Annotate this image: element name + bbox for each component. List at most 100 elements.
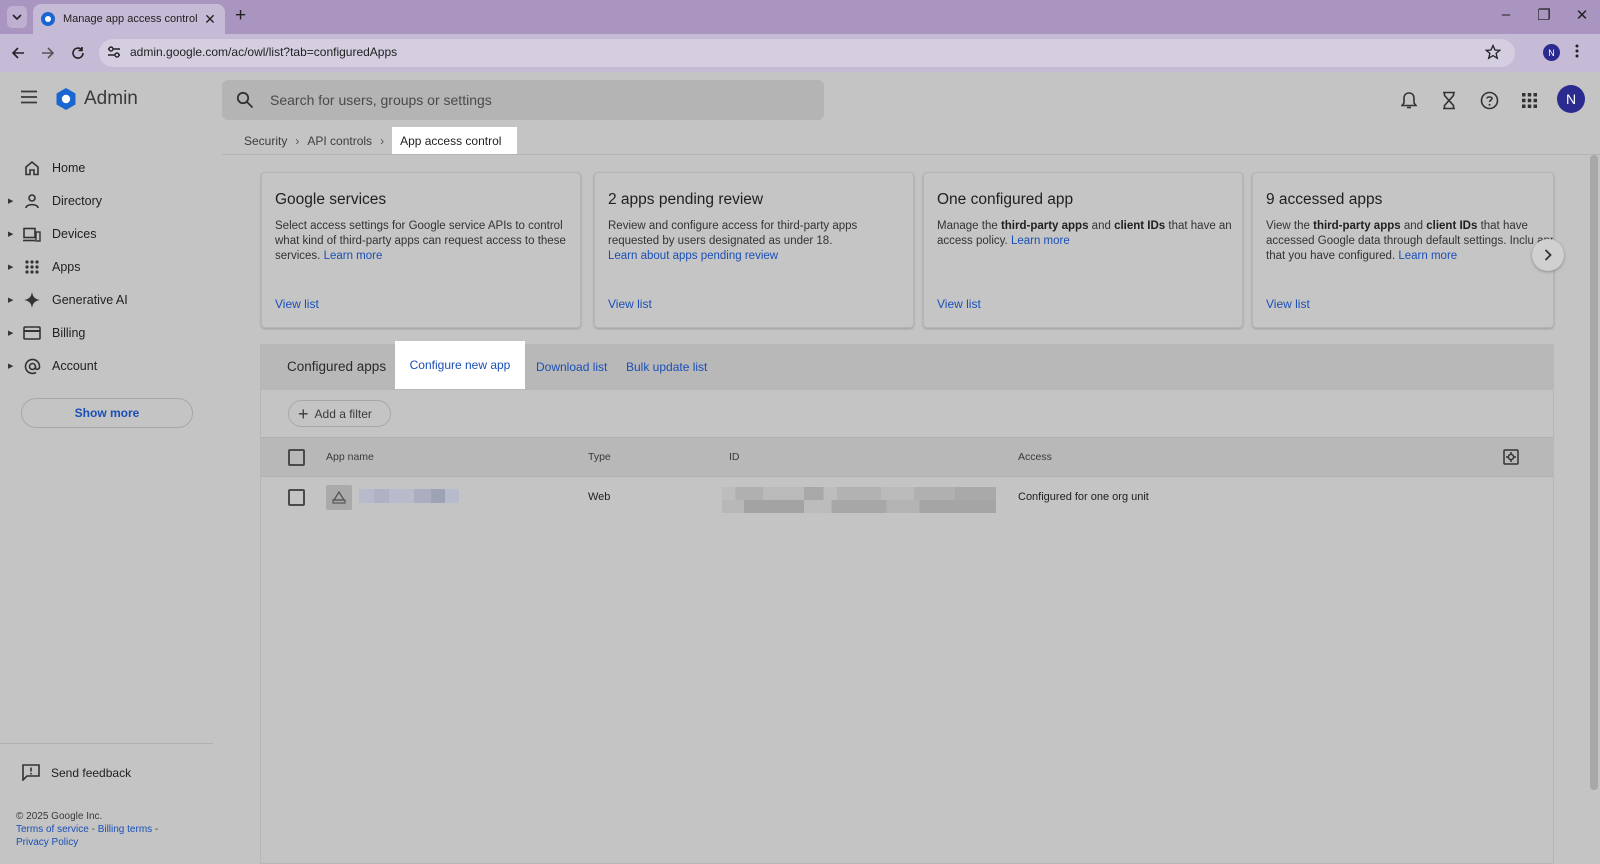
browser-tab[interactable]: Manage app access control – A ✕ xyxy=(33,4,225,34)
redacted-app-id xyxy=(722,487,996,513)
user-avatar[interactable]: N xyxy=(1557,85,1585,113)
at-sign-icon xyxy=(22,358,42,375)
site-settings-icon[interactable] xyxy=(107,45,121,59)
column-id[interactable]: ID xyxy=(729,451,740,463)
expand-caret-icon[interactable]: ▶ xyxy=(8,329,14,337)
view-list-link[interactable]: View list xyxy=(608,297,652,311)
sidebar-item-account[interactable]: ▶ Account xyxy=(0,351,210,381)
card-description: View the third-party apps and client IDs… xyxy=(1266,220,1554,262)
expand-caret-icon[interactable]: ▶ xyxy=(8,296,14,304)
learn-more-link[interactable]: Learn more xyxy=(1011,235,1070,247)
cards-next-button[interactable] xyxy=(1532,239,1564,271)
page-scrollbar[interactable] xyxy=(1590,155,1598,790)
bulk-update-list-button[interactable]: Bulk update list xyxy=(626,360,707,374)
send-feedback-button[interactable]: Send feedback xyxy=(22,764,131,781)
breadcrumb: Security › API controls › App access con… xyxy=(244,127,518,155)
sidebar-item-devices[interactable]: ▶ Devices xyxy=(0,219,210,249)
column-app-name[interactable]: App name xyxy=(326,451,374,463)
show-more-button[interactable]: Show more xyxy=(21,398,193,428)
redacted-app-name[interactable] xyxy=(359,489,459,503)
bookmark-star-icon[interactable] xyxy=(1485,44,1501,60)
sidebar-item-generative-ai[interactable]: ▶ Generative AI xyxy=(0,285,210,315)
footer: © 2025 Google Inc. Terms of service - Bi… xyxy=(16,811,159,848)
column-access[interactable]: Access xyxy=(1018,451,1052,463)
send-feedback-label: Send feedback xyxy=(51,765,132,780)
close-window-icon[interactable]: ✕ xyxy=(1572,6,1592,24)
tab-close-icon[interactable]: ✕ xyxy=(203,11,217,28)
expand-caret-icon[interactable]: ▶ xyxy=(8,362,14,370)
sidebar-item-label: Billing xyxy=(52,326,86,340)
home-icon xyxy=(22,160,42,176)
panel-title: Configured apps xyxy=(287,359,387,374)
column-type[interactable]: Type xyxy=(588,451,611,463)
sidebar-item-apps[interactable]: ▶ Apps xyxy=(0,252,210,282)
tasks-hourglass-icon[interactable] xyxy=(1438,89,1460,111)
select-all-checkbox[interactable] xyxy=(288,449,305,466)
breadcrumb-chevron-icon: › xyxy=(380,134,385,148)
table-row[interactable]: Web Configured for one org unit xyxy=(261,477,1553,519)
google-apps-grid-icon[interactable] xyxy=(1518,89,1540,111)
expand-caret-icon[interactable]: ▶ xyxy=(8,197,14,205)
sidebar-item-directory[interactable]: ▶ Directory xyxy=(0,186,210,216)
expand-caret-icon[interactable]: ▶ xyxy=(8,230,14,238)
search-input[interactable] xyxy=(268,80,788,120)
notifications-bell-icon[interactable] xyxy=(1398,89,1420,111)
privacy-link[interactable]: Privacy Policy xyxy=(16,837,78,848)
copyright-text: © 2025 Google Inc. xyxy=(16,811,103,822)
breadcrumb-api-controls[interactable]: API controls xyxy=(307,134,372,148)
table-header: App name Type ID Access xyxy=(261,437,1553,477)
view-list-link[interactable]: View list xyxy=(1266,297,1310,311)
learn-more-link[interactable]: Learn more xyxy=(324,250,383,262)
minimize-icon[interactable]: – xyxy=(1496,6,1516,23)
chrome-menu-icon[interactable] xyxy=(1575,44,1579,58)
sidebar-item-label: Devices xyxy=(52,227,97,241)
billing-terms-link[interactable]: Billing terms xyxy=(98,824,152,835)
app-icon xyxy=(326,485,352,510)
sidebar-item-label: Home xyxy=(52,161,86,175)
back-icon[interactable] xyxy=(8,43,28,63)
tab-search-button[interactable] xyxy=(7,6,27,28)
url-text: admin.google.com/ac/owl/list?tab=configu… xyxy=(130,45,398,59)
tab-title: Manage app access control – A xyxy=(63,13,199,25)
card-title: Google services xyxy=(275,191,387,208)
learn-about-pending-link[interactable]: Learn about apps pending review xyxy=(608,250,778,262)
card-description: Review and configure access for third-pa… xyxy=(608,220,858,262)
expand-caret-icon[interactable]: ▶ xyxy=(8,263,14,271)
reload-icon[interactable] xyxy=(68,43,88,63)
card-apps-pending-review: 2 apps pending review Review and configu… xyxy=(594,172,914,328)
help-icon[interactable] xyxy=(1478,89,1500,111)
card-accessed-apps: 9 accessed apps View the third-party app… xyxy=(1252,172,1554,328)
new-tab-button[interactable]: + xyxy=(235,6,246,26)
restore-icon[interactable]: ❐ xyxy=(1534,6,1554,24)
chrome-profile-avatar[interactable]: N xyxy=(1543,44,1560,61)
card-google-services: Google services Select access settings f… xyxy=(261,172,581,328)
sidebar-item-home[interactable]: Home xyxy=(0,153,210,183)
search-bar[interactable] xyxy=(222,80,824,120)
learn-more-link[interactable]: Learn more xyxy=(1398,250,1457,262)
sidebar-item-billing[interactable]: ▶ Billing xyxy=(0,318,210,348)
breadcrumb-current: App access control xyxy=(392,127,518,155)
column-settings-icon[interactable] xyxy=(1503,449,1519,465)
card-description: Manage the third-party apps and client I… xyxy=(937,220,1232,247)
plus-icon: + xyxy=(298,403,309,424)
admin-logo[interactable]: Admin xyxy=(54,87,138,111)
terms-link[interactable]: Terms of service xyxy=(16,824,89,835)
configure-new-app-button[interactable]: Configure new app xyxy=(395,341,525,389)
header-divider xyxy=(222,154,1600,155)
view-list-link[interactable]: View list xyxy=(275,297,319,311)
card-title: One configured app xyxy=(937,191,1074,208)
sidebar-item-label: Directory xyxy=(52,194,103,208)
breadcrumb-security[interactable]: Security xyxy=(244,134,287,148)
card-title: 9 accessed apps xyxy=(1266,191,1383,208)
omnibox[interactable]: admin.google.com/ac/owl/list?tab=configu… xyxy=(99,39,1515,67)
add-filter-button[interactable]: + Add a filter xyxy=(288,400,391,427)
forward-icon[interactable] xyxy=(38,43,58,63)
admin-logo-text: Admin xyxy=(84,88,138,109)
main-menu-icon[interactable] xyxy=(20,90,38,104)
download-list-button[interactable]: Download list xyxy=(536,360,607,374)
row-checkbox[interactable] xyxy=(288,489,305,506)
card-title: 2 apps pending review xyxy=(608,191,764,208)
devices-icon xyxy=(22,227,42,242)
configured-apps-panel: Configured apps Configure new app Downlo… xyxy=(260,341,1554,864)
view-list-link[interactable]: View list xyxy=(937,297,981,311)
